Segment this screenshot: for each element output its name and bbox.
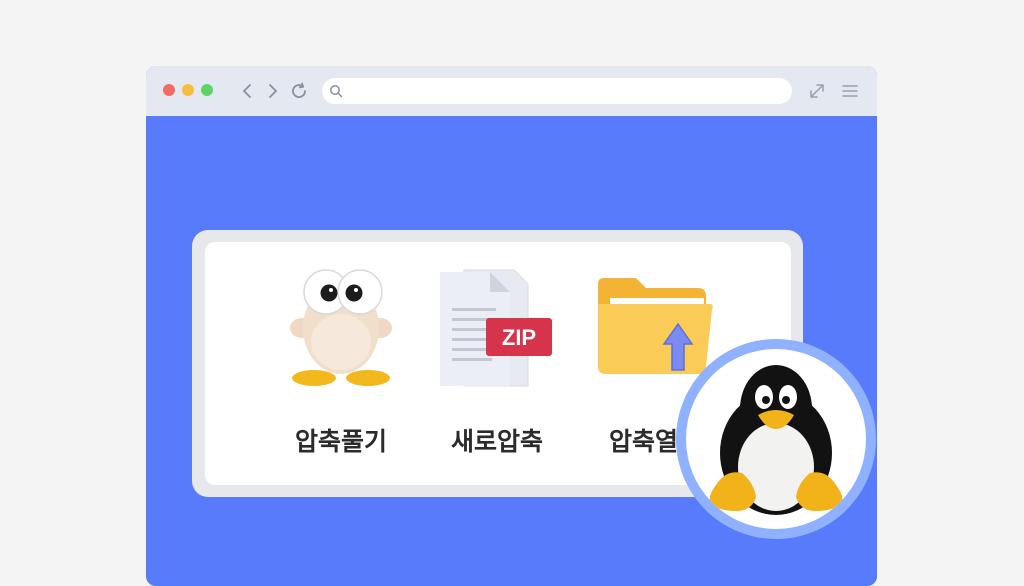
- tux-penguin-icon: [709, 365, 843, 515]
- forward-icon[interactable]: [261, 80, 283, 102]
- zip-file-icon: ZIP: [440, 269, 552, 387]
- close-window-button[interactable]: [163, 84, 175, 96]
- maximize-window-button[interactable]: [201, 84, 213, 96]
- browser-titlebar: [146, 66, 877, 116]
- menu-icon[interactable]: [839, 80, 861, 102]
- reload-icon[interactable]: [288, 80, 310, 102]
- back-icon[interactable]: [237, 80, 259, 102]
- extract-icon: [290, 269, 392, 386]
- minimize-window-button[interactable]: [182, 84, 194, 96]
- expand-icon[interactable]: [806, 80, 828, 102]
- address-bar[interactable]: [322, 78, 792, 106]
- linux-badge: [676, 339, 876, 539]
- url-input[interactable]: [348, 78, 782, 106]
- new-zip-label: 새로압축: [450, 427, 543, 456]
- extract-label: 압축풀기: [294, 427, 387, 456]
- zip-badge-text: ZIP: [502, 325, 536, 350]
- search-icon: [330, 85, 343, 98]
